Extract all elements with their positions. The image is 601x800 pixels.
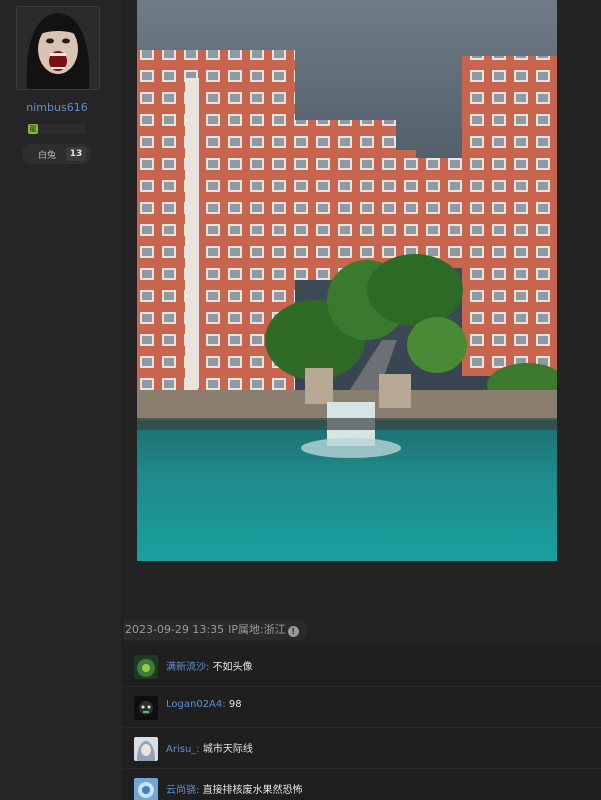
peacock-avatar[interactable] bbox=[134, 655, 158, 679]
city-water-photo bbox=[137, 0, 557, 561]
author-username[interactable]: nimbus616 bbox=[0, 101, 114, 114]
comment-list: 满新流沙: 不如头像 Logan02A4: 98 Arisu_: 城市天际线 云… bbox=[122, 646, 601, 800]
anime-avatar[interactable] bbox=[134, 737, 158, 761]
comment-username[interactable]: Arisu_ bbox=[166, 744, 196, 755]
rank-badge: 白兔 13 bbox=[22, 144, 92, 164]
rank-name: 白兔 bbox=[38, 151, 57, 161]
info-icon[interactable]: ! bbox=[287, 626, 299, 637]
comment-text: 不如头像 bbox=[212, 662, 253, 673]
blue-art-avatar[interactable] bbox=[134, 778, 158, 800]
level-badge-icon: 龍 bbox=[28, 124, 38, 134]
comment-username[interactable]: 满新流沙 bbox=[166, 662, 206, 673]
comment-username[interactable]: Logan02A4 bbox=[166, 699, 222, 710]
comment-item: 云尚骁: 直接排核废水果然恐怖 bbox=[122, 769, 601, 800]
dark-cartoon-avatar[interactable] bbox=[134, 696, 158, 720]
comment-item: Logan02A4: 98 bbox=[122, 687, 601, 728]
comment-text: 城市天际线 bbox=[202, 744, 253, 755]
comment-text: 98 bbox=[228, 699, 242, 710]
post-meta: 2023-09-29 13:35 IP属地:浙江! bbox=[123, 620, 307, 640]
post-ip-location: IP属地:浙江 bbox=[228, 623, 286, 636]
level-bar: 龍 bbox=[28, 124, 86, 134]
author-sidebar: nimbus616 龍 白兔 13 bbox=[0, 0, 123, 800]
post-page: nimbus616 龍 白兔 13 2023-09-29 13:35 IP属地:… bbox=[0, 0, 601, 800]
avatar-image bbox=[17, 7, 99, 89]
post-timestamp: 2023-09-29 13:35 bbox=[125, 623, 225, 636]
comment-text: 直接排核废水果然恐怖 bbox=[202, 785, 303, 796]
comment-item: Arisu_: 城市天际线 bbox=[122, 728, 601, 769]
author-avatar[interactable] bbox=[16, 6, 100, 90]
post-image[interactable] bbox=[137, 0, 557, 561]
comment-item: 满新流沙: 不如头像 bbox=[122, 646, 601, 687]
rank-level: 13 bbox=[66, 147, 86, 161]
comment-username[interactable]: 云尚骁 bbox=[166, 785, 196, 796]
